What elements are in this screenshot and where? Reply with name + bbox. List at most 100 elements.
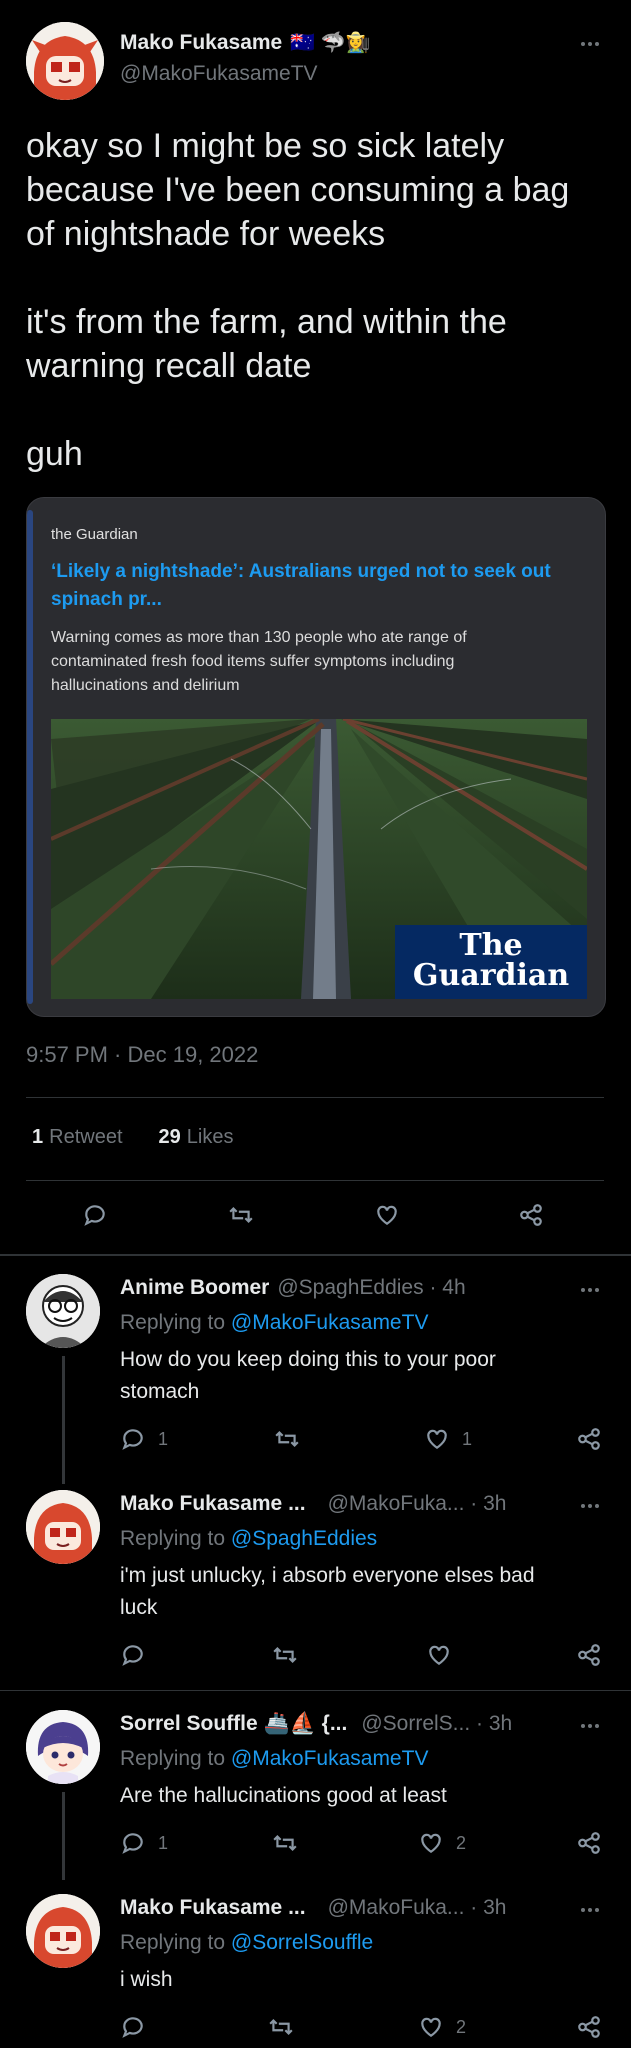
- reply-button[interactable]: 1: [120, 1830, 168, 1856]
- tweet-text-line: guh: [26, 435, 83, 473]
- share-icon: [520, 1204, 542, 1226]
- replying-to-link[interactable]: @MakoFukasameTV: [231, 1311, 429, 1334]
- tweet-text: okay so I might be so sick lately becaus…: [26, 124, 569, 476]
- replying-to: Replying to @MakoFukasameTV: [120, 1747, 428, 1771]
- share-button[interactable]: [576, 1642, 602, 1668]
- like-button[interactable]: [374, 1202, 400, 1228]
- like-button[interactable]: 1: [424, 1426, 472, 1452]
- reply-text: Are the hallucinations good at least: [120, 1780, 447, 1812]
- share-icon: [578, 1428, 600, 1450]
- card-headline-line: ‘Likely a nightshade’: Australians urged…: [51, 561, 551, 582]
- replying-to-prefix: Replying to: [120, 1527, 231, 1550]
- reply-author-handle[interactable]: @SpaghEddies · 4h: [277, 1276, 465, 1300]
- retweet-icon: [273, 1646, 297, 1664]
- retweet-icon: [273, 1834, 297, 1852]
- like-button[interactable]: 2: [418, 2014, 466, 2040]
- reply-count: 1: [158, 1428, 169, 1449]
- reply-avatar[interactable]: [26, 1274, 100, 1348]
- reply-text: How do you keep doing this to your poor …: [120, 1344, 496, 1408]
- guardian-logo-line: The: [459, 928, 523, 963]
- replying-to-prefix: Replying to: [120, 1747, 231, 1770]
- retweet-label[interactable]: Retweet: [49, 1126, 122, 1149]
- reply-text-line: Are the hallucinations good at least: [120, 1784, 447, 1807]
- replying-to-link[interactable]: @MakoFukasameTV: [231, 1747, 429, 1770]
- card-description: Warning comes as more than 130 people wh…: [51, 626, 591, 698]
- card-headline-line: spinach pr...: [51, 589, 162, 610]
- reply-avatar[interactable]: [26, 1490, 100, 1564]
- reply-author-name[interactable]: Sorrel Souffle 🚢⛵ {...: [120, 1712, 347, 1736]
- card-source: the Guardian: [51, 526, 138, 543]
- more-icon[interactable]: [575, 1716, 605, 1736]
- more-icon[interactable]: [575, 1900, 605, 1920]
- reply-avatar[interactable]: [26, 1710, 100, 1784]
- like-count[interactable]: 29: [159, 1126, 181, 1149]
- author-name[interactable]: Mako Fukasame: [120, 31, 282, 55]
- share-button[interactable]: [576, 1426, 602, 1452]
- like-button[interactable]: 2: [418, 1830, 466, 1856]
- link-card[interactable]: the Guardian ‘Likely a nightshade’: Aust…: [26, 497, 606, 1017]
- tweet-timestamp[interactable]: 9:57 PM · Dec 19, 2022: [26, 1042, 258, 1068]
- card-image: The Guardian: [51, 719, 587, 999]
- share-button[interactable]: [576, 1830, 602, 1856]
- heart-icon: [421, 2017, 441, 2037]
- retweet-button[interactable]: [272, 1642, 298, 1668]
- retweet-count[interactable]: 1: [32, 1126, 43, 1149]
- more-icon[interactable]: [575, 1496, 605, 1516]
- reply-avatar[interactable]: [26, 1894, 100, 1968]
- reply-text-line: i wish: [120, 1968, 173, 1991]
- share-button[interactable]: [518, 1202, 544, 1228]
- more-icon[interactable]: [575, 1280, 605, 1300]
- reply-author-handle[interactable]: @MakoFuka... · 3h: [328, 1896, 507, 1920]
- retweet-button[interactable]: [272, 1830, 298, 1856]
- tweet-text-line: because I've been consuming a bag: [26, 171, 570, 209]
- reply-author-handle[interactable]: @SorrelS... · 3h: [361, 1712, 512, 1736]
- reply-text-line: stomach: [120, 1380, 200, 1403]
- reply-author-name[interactable]: Mako Fukasame ...: [120, 1896, 306, 1920]
- guardian-logo: The Guardian: [395, 925, 587, 999]
- retweet-button[interactable]: [268, 2014, 294, 2040]
- reply-count: 1: [158, 1832, 169, 1853]
- reply-icon: [84, 1205, 105, 1226]
- reply-icon: [122, 1833, 143, 1854]
- reply-button[interactable]: [120, 1642, 146, 1668]
- reply-button[interactable]: [82, 1202, 108, 1228]
- share-button[interactable]: [576, 2014, 602, 2040]
- author-emoji: 🇦🇺 🦈👩‍🌾: [290, 32, 371, 54]
- retweet-icon: [275, 1430, 299, 1448]
- retweet-button[interactable]: [228, 1202, 254, 1228]
- like-count: 1: [462, 1428, 473, 1449]
- reply-icon: [122, 1645, 143, 1666]
- retweet-button[interactable]: [274, 1426, 300, 1452]
- replying-to: Replying to @SpaghEddies: [120, 1527, 377, 1551]
- share-icon: [578, 2016, 600, 2038]
- like-label[interactable]: Likes: [187, 1126, 234, 1149]
- reply-text: i wish: [120, 1964, 173, 1996]
- tweet-text-line: okay so I might be so sick lately: [26, 127, 505, 165]
- replying-to: Replying to @MakoFukasameTV: [120, 1311, 428, 1335]
- reply-author-handle[interactable]: @MakoFuka... · 3h: [328, 1492, 507, 1516]
- card-description-line: Warning comes as more than 130 people wh…: [51, 629, 467, 646]
- retweet-icon: [269, 2018, 293, 2036]
- like-button[interactable]: [426, 1642, 452, 1668]
- card-description-line: hallucinations and delirium: [51, 677, 240, 694]
- reply-text-line: How do you keep doing this to your poor: [120, 1348, 496, 1371]
- tweet-text-line: warning recall date: [26, 347, 312, 385]
- share-icon: [578, 1832, 600, 1854]
- reply-author-name[interactable]: Mako Fukasame ...: [120, 1492, 306, 1516]
- replying-to-prefix: Replying to: [120, 1311, 231, 1334]
- like-count: 2: [456, 2016, 467, 2037]
- like-count: 2: [456, 1832, 467, 1853]
- replying-to-link[interactable]: @SorrelSouffle: [231, 1931, 373, 1954]
- tweet-stats: 1 Retweet 29 Likes: [32, 1126, 233, 1149]
- reply-author-name[interactable]: Anime Boomer: [120, 1276, 269, 1300]
- replying-to-link[interactable]: @SpaghEddies: [231, 1527, 377, 1550]
- author-avatar[interactable]: [26, 22, 104, 100]
- reply-button[interactable]: [120, 2014, 146, 2040]
- reply-text: i'm just unlucky, i absorb everyone else…: [120, 1560, 535, 1624]
- reply-icon: [122, 2017, 143, 2038]
- more-icon[interactable]: [575, 34, 605, 54]
- guardian-logo-line: Guardian: [412, 958, 570, 993]
- reply-button[interactable]: 1: [120, 1426, 168, 1452]
- author-handle[interactable]: @MakoFukasameTV: [120, 62, 318, 86]
- card-headline[interactable]: ‘Likely a nightshade’: Australians urged…: [51, 558, 591, 614]
